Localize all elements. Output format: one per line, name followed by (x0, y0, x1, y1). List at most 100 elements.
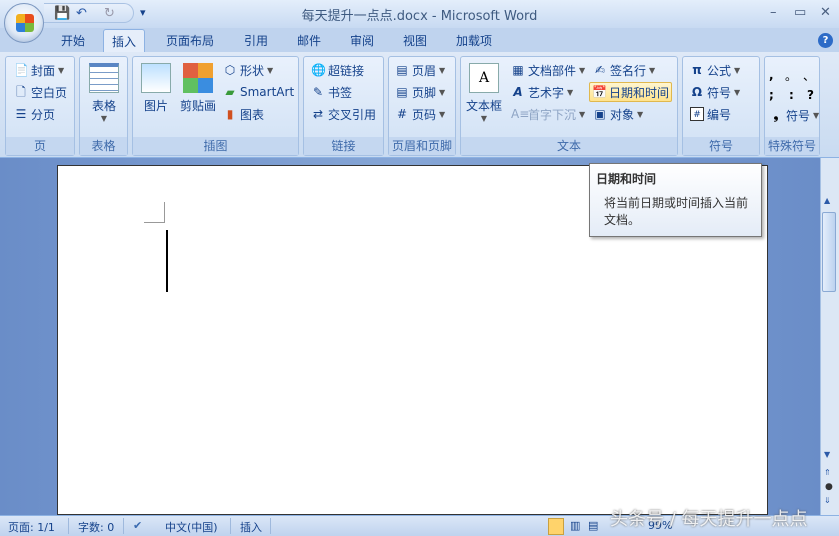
maximize-button[interactable]: ▭ (794, 5, 806, 20)
close-button[interactable]: ✕ (820, 5, 831, 20)
web-layout-icon[interactable]: ▤ (588, 519, 598, 532)
comma-icon: ❟ (773, 108, 779, 122)
clipart-button[interactable]: 剪贴画 (178, 63, 218, 114)
group-label: 特殊符号 (765, 137, 819, 155)
tooltip: 日期和时间 将当前日期或时间插入当前文档。 (589, 163, 762, 237)
tab-mailings[interactable]: 邮件 (297, 32, 321, 49)
group-label: 链接 (304, 137, 383, 155)
char-comma[interactable]: , (767, 65, 776, 85)
ribbon: 📄 封面 ▼ 🗋 空白页 ☰ 分页 页 表格 ▼ 表格 图片 剪贴画 ⬡ 形状 ▼ ▰ Smar… (0, 52, 839, 158)
quick-parts-button[interactable]: ▦ 文档部件 ▼ (509, 60, 587, 80)
drop-cap-button[interactable]: A≡ 首字下沉 ▼ (509, 104, 587, 124)
cover-page-icon: 📄 (14, 63, 29, 77)
tab-addins[interactable]: 加载项 (456, 32, 492, 49)
office-button[interactable] (4, 3, 44, 43)
blank-page-icon: 🗋 (16, 85, 26, 99)
char-question[interactable]: ? (805, 85, 816, 105)
group-symbols: π 公式 ▼ Ω 符号 ▼ # 编号 符号 (682, 56, 760, 156)
symbol-button[interactable]: Ω 符号 ▼ (688, 82, 742, 102)
equation-button[interactable]: π 公式 ▼ (688, 60, 742, 80)
watermark: 头条号 / 每天提升一点点 (610, 509, 808, 530)
tab-review[interactable]: 审阅 (350, 32, 374, 49)
wordart-button[interactable]: A 艺术字 ▼ (509, 82, 575, 102)
group-label: 表格 (80, 137, 127, 155)
group-links: 🌐 超链接 ✎ 书签 ⇄ 交叉引用 链接 (303, 56, 384, 156)
insert-mode[interactable]: 插入 (240, 519, 262, 535)
print-layout-view-icon[interactable] (548, 518, 564, 535)
group-label: 页眉和页脚 (389, 137, 455, 155)
tooltip-title: 日期和时间 (596, 172, 657, 186)
header-icon: ▤ (396, 63, 408, 77)
undo-icon[interactable]: ↶ (76, 6, 87, 21)
footer-icon: ▤ (396, 85, 408, 99)
page-number-button[interactable]: # 页码 ▼ (393, 104, 447, 124)
date-time-button[interactable]: 📅 日期和时间 (589, 82, 673, 102)
page-break-button[interactable]: ☰ 分页 (12, 104, 57, 124)
ribbon-tabs: 开始 插入 页面布局 引用 邮件 审阅 视图 加载项 ? (0, 28, 839, 53)
proofing-icon[interactable]: ✔ (133, 519, 142, 532)
customize-qat-icon[interactable]: ▾ (140, 6, 146, 19)
redo-icon[interactable]: ↻ (104, 6, 115, 21)
special-symbol-button[interactable]: ❟ 符号 ▼ (767, 105, 821, 125)
help-icon[interactable]: ? (818, 33, 833, 48)
page-count[interactable]: 页面: 1/1 (8, 519, 55, 535)
blank-page-button[interactable]: 🗋 空白页 (12, 82, 69, 102)
header-button[interactable]: ▤ 页眉 ▼ (393, 60, 447, 80)
shapes-icon: ⬡ (224, 63, 236, 77)
group-label: 符号 (683, 137, 759, 155)
group-header-footer: ▤ 页眉 ▼ ▤ 页脚 ▼ # 页码 ▼ 页眉和页脚 (388, 56, 456, 156)
tab-page-layout[interactable]: 页面布局 (166, 32, 214, 49)
group-pages: 📄 封面 ▼ 🗋 空白页 ☰ 分页 页 (5, 56, 75, 156)
group-text: A 文本框 ▼ ▦ 文档部件 ▼ A 艺术字 ▼ A≡ 首字下沉 ▼ ✍ 签名行 ▼ 📅 日期和时间 … (460, 56, 678, 156)
picture-icon (141, 63, 171, 93)
numbering-button[interactable]: # 编号 (688, 104, 733, 124)
textbox-button[interactable]: A 文本框 ▼ (464, 63, 504, 123)
scroll-up-icon[interactable]: ▲ (824, 196, 830, 205)
office-logo-icon (16, 14, 34, 32)
smartart-button[interactable]: ▰ SmartArt (221, 82, 296, 102)
quick-access-toolbar: 💾 ↶ ↻ (44, 3, 134, 23)
footer-button[interactable]: ▤ 页脚 ▼ (393, 82, 447, 102)
chart-button[interactable]: ▮ 图表 (221, 104, 266, 124)
next-page-icon[interactable]: ⇓ (824, 496, 831, 505)
group-table: 表格 ▼ 表格 (79, 56, 128, 156)
tab-insert[interactable]: 插入 (103, 29, 146, 53)
bookmark-button[interactable]: ✎ 书签 (309, 82, 354, 102)
char-colon[interactable]: : (787, 85, 796, 105)
previous-page-icon[interactable]: ⇑ (824, 468, 831, 477)
object-icon: ▣ (594, 107, 606, 121)
bookmark-icon: ✎ (312, 85, 324, 99)
tab-references[interactable]: 引用 (244, 32, 268, 49)
hyperlink-button[interactable]: 🌐 超链接 (309, 60, 366, 80)
cross-reference-button[interactable]: ⇄ 交叉引用 (309, 104, 378, 124)
textbox-icon: A (469, 63, 499, 93)
char-semicolon[interactable]: ; (767, 85, 776, 105)
browse-object-icon[interactable]: ● (825, 482, 833, 492)
page-number-icon: # (396, 107, 408, 121)
scroll-down-icon[interactable]: ▼ (824, 450, 830, 459)
cover-page-button[interactable]: 📄 封面 ▼ (12, 60, 66, 80)
table-button[interactable]: 表格 ▼ (85, 63, 123, 123)
quick-parts-icon: ▦ (512, 63, 524, 77)
language[interactable]: 中文(中国) (165, 519, 218, 535)
minimize-button[interactable]: – (770, 5, 777, 20)
picture-button[interactable]: 图片 (139, 63, 173, 114)
wordart-icon: A (513, 85, 523, 99)
char-enum-comma[interactable]: 、 (801, 65, 817, 85)
tab-home[interactable]: 开始 (61, 32, 85, 49)
calendar-clock-icon: 📅 (592, 85, 607, 99)
smartart-icon: ▰ (225, 85, 235, 99)
object-button[interactable]: ▣ 对象 ▼ (591, 104, 645, 124)
pi-icon: π (692, 63, 702, 77)
char-period[interactable]: 。 (783, 65, 799, 85)
save-icon[interactable]: 💾 (54, 6, 70, 21)
text-cursor (166, 230, 168, 292)
cross-reference-icon: ⇄ (312, 107, 324, 121)
scrollbar-thumb[interactable] (822, 212, 836, 292)
tab-view[interactable]: 视图 (403, 32, 427, 49)
full-screen-reading-icon[interactable]: ▥ (570, 519, 580, 532)
signature-line-button[interactable]: ✍ 签名行 ▼ (591, 60, 657, 80)
word-count[interactable]: 字数: 0 (78, 519, 114, 535)
tooltip-body: 将当前日期或时间插入当前文档。 (604, 196, 749, 227)
shapes-button[interactable]: ⬡ 形状 ▼ (221, 60, 275, 80)
